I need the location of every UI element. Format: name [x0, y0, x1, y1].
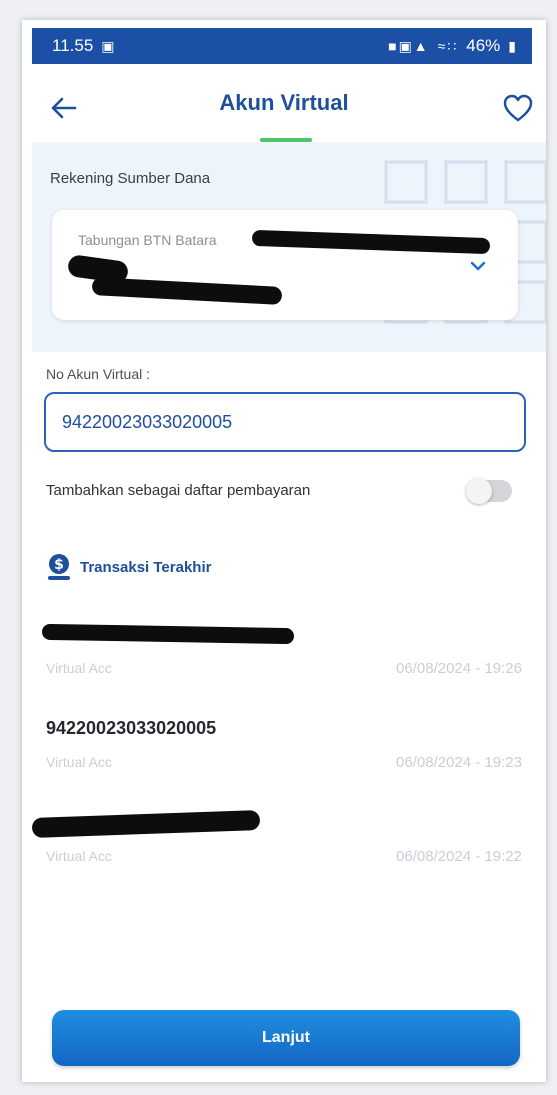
redacted-account-number — [41, 623, 295, 645]
svg-text:$: $ — [54, 557, 64, 573]
transaction-item[interactable]: Virtual Acc 06/08/2024 - 19:22 — [31, 810, 522, 882]
virtual-account-input[interactable] — [44, 392, 526, 452]
redacted-account-number — [91, 277, 283, 305]
source-account-label: Rekening Sumber Dana — [50, 170, 211, 187]
chevron-down-icon — [470, 261, 486, 271]
transaction-datetime: 06/08/2024 - 19:23 — [396, 754, 522, 771]
recent-transactions-header: $ Transaksi Terakhir — [44, 552, 211, 582]
wifi-signal-icon: ≈∷ — [437, 37, 459, 54]
transaction-number: 94220023033020005 — [46, 718, 217, 738]
redacted-account-name — [251, 229, 491, 255]
battery-icon: ▮ — [508, 37, 518, 54]
status-bar: 11.55 ▣ ■▣▲ ≈∷ 46% ▮ — [32, 28, 532, 64]
transaction-datetime: 06/08/2024 - 19:22 — [396, 848, 522, 865]
source-account-selector[interactable]: Tabungan BTN Batara — [52, 210, 518, 320]
recent-transactions-title: Transaksi Terakhir — [80, 558, 212, 576]
heart-icon — [503, 94, 533, 122]
page-title: Akun Virtual — [219, 90, 349, 115]
save-payment-label: Tambahkan sebagai daftar pembayaran — [46, 482, 311, 499]
virtual-account-label: No Akun Virtual : — [46, 366, 151, 382]
phone-screen: 11.55 ▣ ■▣▲ ≈∷ 46% ▮ Akun Virtual Rekeni… — [22, 20, 546, 1082]
next-button[interactable]: Lanjut — [52, 1010, 520, 1066]
transaction-item[interactable]: Virtual Acc 06/08/2024 - 19:26 — [41, 623, 522, 694]
transaction-type: Virtual Acc — [46, 754, 112, 770]
source-account-panel: Rekening Sumber Dana Tabungan BTN Batara — [32, 142, 546, 352]
toggle-knob — [466, 478, 492, 504]
money-bag-icon: $ — [48, 554, 70, 580]
save-payment-toggle[interactable] — [466, 478, 512, 504]
source-account-name: Tabungan BTN Batara — [78, 232, 217, 248]
redacted-account-number — [31, 810, 261, 838]
transaction-datetime: 06/08/2024 - 19:26 — [396, 660, 522, 677]
notification-icons: ■▣▲ — [388, 37, 430, 54]
transaction-type: Virtual Acc — [46, 848, 112, 864]
gallery-icon: ▣ — [101, 37, 117, 54]
transaction-type: Virtual Acc — [46, 660, 112, 676]
transaction-item[interactable]: 94220023033020005 Virtual Acc 06/08/2024… — [46, 718, 522, 788]
battery-percent: 46% — [466, 36, 501, 55]
status-time: 11.55 — [52, 36, 94, 55]
favorite-button[interactable] — [500, 90, 536, 126]
